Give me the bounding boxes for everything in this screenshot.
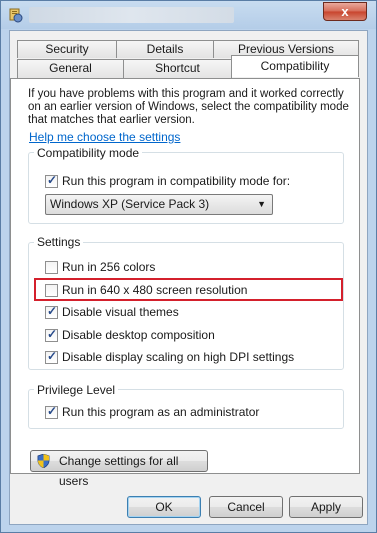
disable-visual-themes-checkbox[interactable]: ✓: [45, 304, 58, 319]
disable-desktop-composition-checkbox[interactable]: ✓: [45, 327, 58, 342]
compat-mode-label: Run this program in compatibility mode f…: [62, 174, 291, 188]
tab-compatibility[interactable]: Compatibility: [231, 55, 359, 77]
chevron-down-icon: ▼: [257, 199, 266, 209]
tab-details-label: Details: [146, 42, 184, 56]
close-button[interactable]: x: [323, 2, 367, 21]
run-256-colors-checkbox[interactable]: [45, 261, 58, 274]
change-settings-all-users-button[interactable]: Change settings for all users: [30, 450, 208, 488]
disable-dpi-scaling-checkbox[interactable]: ✓: [45, 349, 58, 364]
tab-compatibility-label: Compatibility: [260, 59, 330, 73]
title-bar[interactable]: x: [1, 1, 376, 29]
tab-details[interactable]: Details: [116, 40, 214, 58]
tab-security[interactable]: Security: [17, 40, 117, 58]
privilege-level-title: Privilege Level: [34, 383, 119, 397]
tab-general-label: General: [49, 61, 92, 75]
cancel-label: Cancel: [227, 500, 265, 514]
disable-desktop-composition-label: Disable desktop composition: [62, 328, 215, 342]
run-as-admin-label: Run this program as an administrator: [62, 405, 260, 419]
highlight-box: [34, 278, 343, 301]
tab-security-label: Security: [45, 42, 89, 56]
tab-shortcut-label: Shortcut: [155, 61, 200, 75]
window-title-redacted: [29, 7, 234, 23]
checkmark-icon: ✓: [47, 327, 58, 341]
tab-shortcut[interactable]: Shortcut: [123, 59, 232, 79]
close-icon: x: [341, 4, 349, 19]
intro-text: If you have problems with this program a…: [28, 88, 349, 126]
disable-visual-themes-label: Disable visual themes: [62, 305, 179, 319]
run-as-admin-checkbox[interactable]: ✓: [45, 404, 58, 419]
disable-dpi-scaling-label: Disable display scaling on high DPI sett…: [62, 350, 295, 364]
ok-button[interactable]: OK: [127, 496, 201, 518]
app-icon: [9, 8, 23, 23]
apply-label: Apply: [310, 500, 342, 514]
tab-previous-versions-label: Previous Versions: [237, 42, 335, 56]
settings-title: Settings: [34, 235, 84, 249]
uac-shield-icon: [37, 454, 50, 468]
compat-mode-checkbox[interactable]: ✓: [45, 173, 58, 188]
compat-os-select[interactable]: Windows XP (Service Pack 3) ▼: [45, 194, 273, 215]
checkmark-icon: ✓: [47, 349, 58, 363]
compat-os-value: Windows XP (Service Pack 3): [50, 197, 210, 211]
ok-label: OK: [155, 500, 173, 514]
tab-general[interactable]: General: [17, 59, 124, 79]
apply-button[interactable]: Apply: [289, 496, 363, 518]
cancel-button[interactable]: Cancel: [209, 496, 283, 518]
checkmark-icon: ✓: [47, 404, 58, 418]
compatibility-mode-title: Compatibility mode: [34, 146, 143, 160]
checkmark-icon: ✓: [47, 173, 58, 187]
run-256-colors-label: Run in 256 colors: [62, 260, 156, 274]
checkmark-icon: ✓: [47, 304, 58, 318]
help-choose-settings-link[interactable]: Help me choose the settings: [29, 130, 180, 144]
